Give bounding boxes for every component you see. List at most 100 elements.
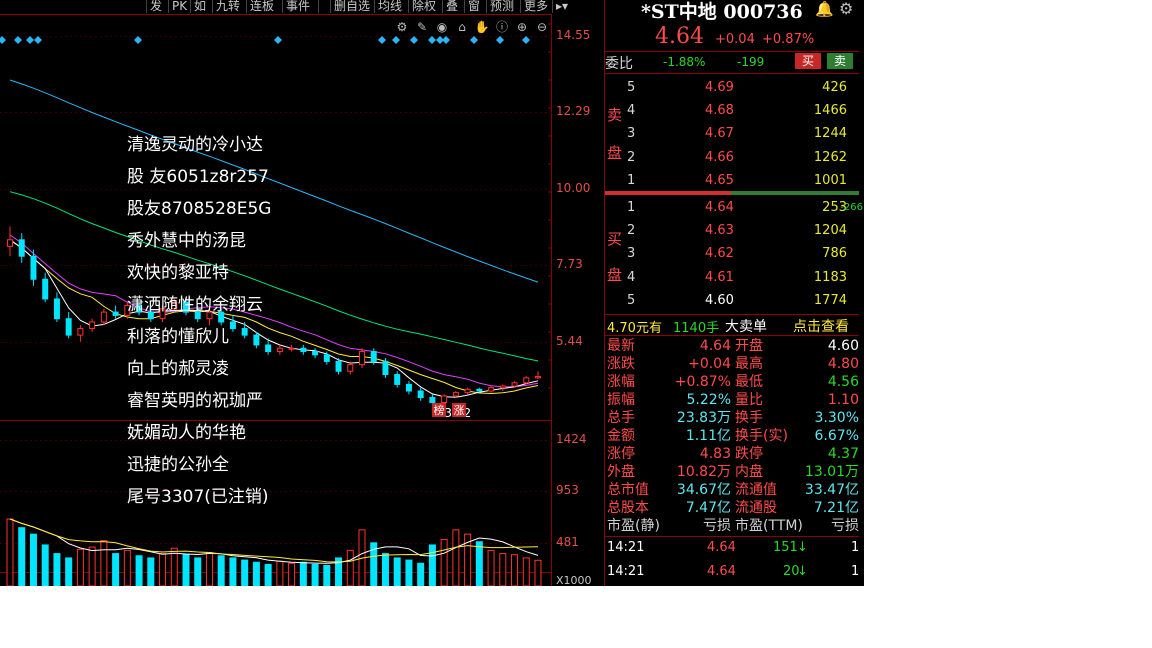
event-marker-icon: [522, 36, 530, 44]
volume-bar: [452, 529, 460, 586]
candle-body: [405, 383, 412, 392]
candle-body: [276, 347, 283, 353]
price: 4.64: [705, 200, 734, 215]
candle-body: [488, 387, 495, 392]
sell-button[interactable]: 卖: [827, 53, 853, 69]
bids-row[interactable]: 4 4.61 1183: [627, 266, 859, 289]
stat-key: 涨跌: [607, 356, 635, 372]
candle-body: [464, 388, 471, 394]
candle-body: [42, 278, 49, 300]
tick-count: 1: [851, 564, 860, 579]
overlay-name: 睿智英明的祝珈严: [127, 391, 263, 411]
price-axis-label: 10.00: [556, 181, 591, 195]
asks-row[interactable]: 2 4.66 1262: [627, 146, 859, 169]
toolbar-item[interactable]: 事件: [282, 0, 313, 13]
price: 4.68: [705, 103, 734, 119]
candle-body: [429, 397, 436, 403]
bids-row[interactable]: 1 4.64 253 -266: [627, 196, 863, 219]
stat-row: 总市值 34.67亿 流通值 33.47亿: [607, 481, 861, 499]
asks-row[interactable]: 1 4.65 1001: [627, 169, 859, 192]
tick-row: 14:21 4.64 20 ↓ 1: [607, 560, 861, 584]
down-arrow-icon: ↓: [797, 564, 808, 579]
overlay-name-list: 清逸灵动的冷小达股 友6051z8r257 股友8708528E5G 秀外慧中的汤昆…: [127, 132, 271, 516]
volume-bar: [205, 552, 213, 586]
big-order-link[interactable]: 点击查看: [793, 316, 849, 336]
event-marker-icon: [274, 36, 282, 44]
overlay-name: 尾号3307(已注销): [127, 487, 269, 507]
level: 4: [627, 269, 636, 285]
toolbar-item[interactable]: 均线: [374, 0, 405, 13]
bids-row[interactable]: 5 4.60 1774: [627, 289, 859, 312]
toolbar-item[interactable]: 发: [146, 0, 165, 13]
candle-body: [100, 311, 107, 323]
asks-row[interactable]: 4 4.68 1466: [627, 99, 859, 122]
candle-body: [112, 311, 119, 316]
toolbar-item[interactable]: 预测: [486, 0, 517, 13]
stat-value: 7.47亿: [685, 500, 731, 516]
volume-bar: [112, 553, 120, 586]
event-marker-icon: [496, 36, 504, 44]
overlay-name: 欢快的黎亚特: [127, 263, 229, 283]
asks-row[interactable]: 5 4.69 426: [627, 76, 859, 99]
candle-body: [53, 298, 60, 320]
level: 2: [627, 223, 636, 239]
kline-chart[interactable]: 3.72榜涨: [0, 14, 552, 586]
toolbar-item[interactable]: 窗: [464, 0, 483, 13]
ask-strength-bar: [605, 191, 731, 195]
price: 4.69: [705, 80, 734, 95]
bids-row[interactable]: 2 4.63 1204: [627, 219, 859, 242]
candle-body: [312, 351, 319, 356]
toolbar-item[interactable]: 叠: [442, 0, 461, 13]
big-order-qty: 1140手: [673, 321, 720, 336]
price-axis-label: 5.44: [556, 334, 583, 348]
stat-key: 流通股: [735, 500, 777, 516]
event-marker-icon: [410, 36, 418, 44]
volume-bar: [276, 560, 284, 586]
ma5-line: [9, 239, 539, 398]
tick-time: 14:21: [607, 564, 645, 579]
toolbar-item[interactable]: [318, 0, 325, 13]
volume-bar: [6, 518, 14, 586]
toolbar-item[interactable]: PK: [168, 0, 190, 13]
volume: 1204: [813, 223, 847, 239]
toolbar-item[interactable]: 删自选: [330, 0, 373, 13]
volume-bar: [241, 559, 249, 586]
toolbar-item[interactable]: 更多: [520, 0, 551, 13]
stat-key: 流通值: [735, 482, 777, 498]
asks-row[interactable]: 3 4.67 1244: [627, 122, 859, 145]
toolbar-more-icon[interactable]: ▸▾: [552, 0, 571, 13]
level: 3: [627, 126, 636, 142]
stat-value: 4.80: [827, 356, 859, 372]
stat-key: 最高: [735, 356, 763, 372]
toolbar-item[interactable]: 除权: [408, 0, 439, 13]
volume-bar: [475, 541, 483, 586]
stat-key: 金额: [607, 428, 635, 444]
overlay-name: 股友8708528E5G: [127, 199, 272, 219]
volume-bar: [252, 561, 260, 586]
stat-row: 市盈(静) 亏损 市盈(TTM) 亏损: [607, 517, 861, 535]
event-marker-icon: [442, 36, 450, 44]
stat-row: 总手 23.83万 换手 3.30%: [607, 409, 861, 427]
volume-bar: [440, 539, 448, 586]
candle-body: [77, 328, 84, 336]
stat-value: +0.04: [688, 356, 731, 372]
bell-icon[interactable]: 🔔: [815, 0, 834, 18]
stat-row: 总股本 7.47亿 流通股 7.21亿: [607, 499, 861, 517]
gear-icon[interactable]: ⚙: [839, 0, 853, 18]
toolbar-item[interactable]: 九转: [212, 0, 243, 13]
event-marker-icon: [392, 36, 400, 44]
event-marker-icon: [428, 36, 436, 44]
volume-bar: [346, 549, 354, 586]
volume-bar: [264, 563, 272, 586]
toolbar-item[interactable]: 如: [190, 0, 209, 13]
volume-bar: [323, 564, 331, 586]
volume-bar: [18, 527, 26, 586]
buy-button[interactable]: 买: [795, 53, 821, 69]
stat-key: 最低: [735, 374, 763, 390]
toolbar-item[interactable]: 连板: [246, 0, 277, 13]
bids-row[interactable]: 3 4.62 786: [627, 242, 859, 265]
candle-body: [511, 382, 518, 387]
stat-key: 最新: [607, 338, 635, 354]
tick-price: 4.64: [707, 564, 736, 579]
bid-strength-bar: [731, 191, 859, 195]
